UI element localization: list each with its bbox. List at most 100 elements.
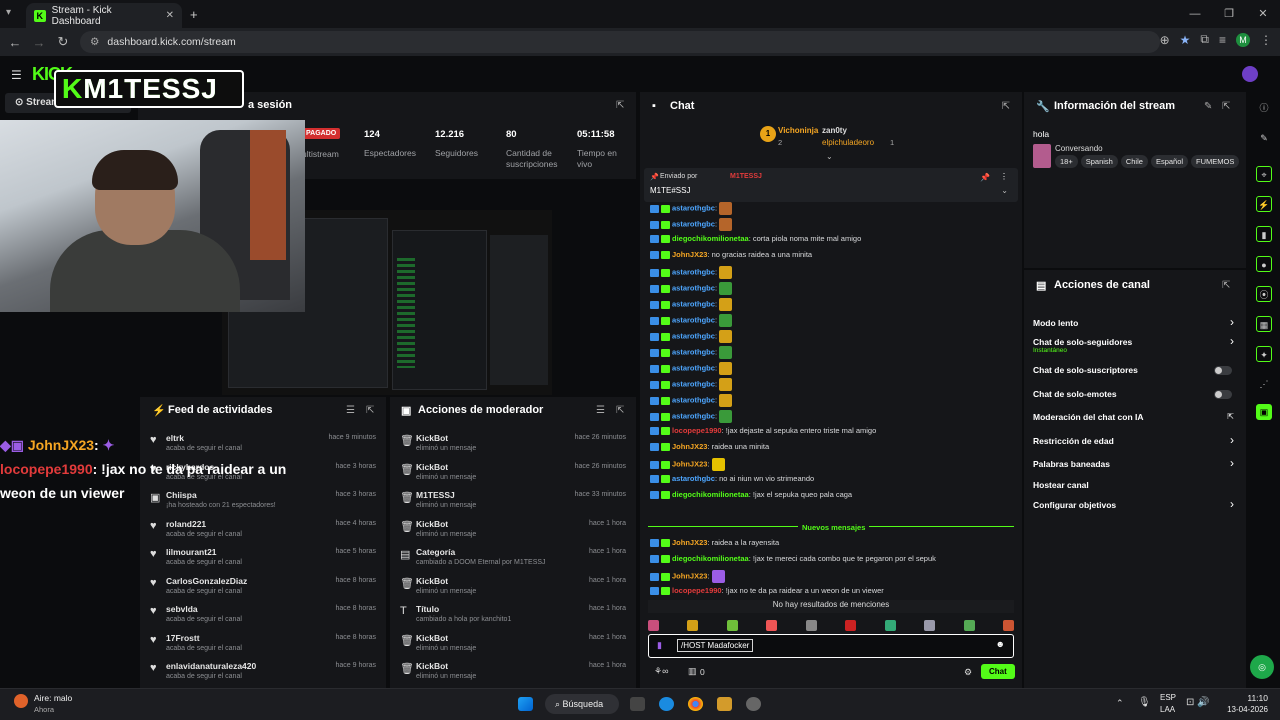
- chat-message[interactable]: astarothgbc:: [650, 218, 733, 231]
- emote-icon[interactable]: [845, 620, 857, 631]
- info-icon[interactable]: ⓘ: [1256, 100, 1272, 116]
- popout-icon[interactable]: ⇱: [1222, 280, 1230, 291]
- chat-username[interactable]: astarothgbc: [672, 411, 715, 420]
- popout-icon[interactable]: ⇱: [1002, 101, 1010, 112]
- chat-message[interactable]: astarothgbc:: [650, 298, 733, 311]
- chat-input[interactable]: /HOST Madafocker: [677, 639, 754, 652]
- emote-icon[interactable]: [884, 620, 896, 631]
- list-item[interactable]: ♥ roland221 acaba de seguir el canal hace 4…: [140, 518, 386, 546]
- chat-username[interactable]: astarothgbc: [672, 395, 715, 404]
- popout-icon[interactable]: ⇱: [616, 405, 624, 416]
- edge-icon[interactable]: [659, 697, 674, 711]
- tab-search-icon[interactable]: ▾: [6, 7, 11, 18]
- lang-code[interactable]: ESP: [1160, 693, 1176, 702]
- channel-action-item[interactable]: Restricción de edad ›: [1024, 433, 1246, 454]
- emote-icon[interactable]: [963, 620, 975, 631]
- popout-icon[interactable]: ⇱: [616, 100, 624, 111]
- menu-icon[interactable]: ☰: [11, 68, 22, 82]
- list-item[interactable]: 🗑 M1TESSJ eliminó un mensaje hace 33 minuto…: [390, 489, 636, 517]
- gift-icon[interactable]: ▣: [1256, 404, 1272, 420]
- chat-username[interactable]: astarothgbc: [672, 219, 715, 228]
- stream-tag[interactable]: FUMEMOS: [1191, 155, 1240, 168]
- new-tab-icon[interactable]: +: [190, 7, 198, 22]
- clipboard-icon[interactable]: ▮: [1256, 226, 1272, 242]
- list-item[interactable]: ♥ sebvlda acaba de seguir el canal hace 8 h…: [140, 603, 386, 631]
- list-item[interactable]: ♥ CarlosGonzalezDiaz acaba de seguir el ca…: [140, 575, 386, 603]
- channel-action-item[interactable]: Chat de solo-suscriptores: [1024, 365, 1246, 383]
- list-item[interactable]: ♥ enlavidanaturaleza420 acaba de seguir el…: [140, 660, 386, 688]
- chat-username[interactable]: JohnJX23: [672, 571, 707, 580]
- list-item[interactable]: ♥ 17Frostt acaba de seguir el canal hace 8 …: [140, 632, 386, 660]
- camera-icon[interactable]: ⌖: [1256, 166, 1272, 182]
- emote-icon[interactable]: [924, 620, 936, 631]
- emote-icon[interactable]: [726, 620, 738, 631]
- chat-settings-icon[interactable]: ⚙: [964, 667, 972, 678]
- chat-message[interactable]: locopepe1990: !jax dejaste al sepuka ent…: [650, 426, 876, 436]
- mic-icon[interactable]: 🎙: [1138, 697, 1151, 708]
- more-icon[interactable]: ⋮: [1000, 172, 1008, 181]
- chat-message[interactable]: locopepe1990: !jax no te da pa raidear a…: [650, 586, 884, 596]
- chat-message[interactable]: diegochikomilionetaa: corta piola noma m…: [650, 234, 861, 244]
- channel-action-item[interactable]: Configurar objetivos ›: [1024, 497, 1246, 518]
- zoom-icon[interactable]: ⊕: [1160, 33, 1170, 47]
- chat-message[interactable]: astarothgbc:: [650, 410, 733, 423]
- chat-message[interactable]: JohnJX23:: [650, 570, 725, 583]
- filter-icon[interactable]: ☰: [346, 405, 355, 416]
- channel-action-item[interactable]: Modo lento ›: [1024, 315, 1246, 336]
- list-item[interactable]: 🗑 KickBot eliminó un mensaje hace 1 hora: [390, 632, 636, 660]
- channel-action-item[interactable]: Palabras baneadas ›: [1024, 456, 1246, 477]
- chat-message[interactable]: astarothgbc:: [650, 266, 733, 279]
- emote-icon[interactable]: [1002, 620, 1014, 631]
- clock-date[interactable]: 13-04-2026: [1220, 705, 1268, 714]
- chevron-right-icon[interactable]: ›: [1230, 456, 1234, 470]
- list-item[interactable]: 🗑 KickBot eliminó un mensaje hace 1 hora: [390, 575, 636, 603]
- chat-username[interactable]: JohnJX23: [672, 538, 707, 547]
- list-item[interactable]: T Título cambiado a hola por kanchito1 hace…: [390, 603, 636, 631]
- list-item[interactable]: 🗑 KickBot eliminó un mensaje hace 1 hora: [390, 518, 636, 546]
- chat-message[interactable]: astarothgbc:: [650, 378, 733, 391]
- close-window-icon[interactable]: ✕: [1246, 0, 1280, 28]
- emote-icon[interactable]: [687, 620, 699, 631]
- chat-message[interactable]: astarothgbc: no ai niun wn vio strimeand…: [650, 474, 814, 484]
- chat-message[interactable]: astarothgbc:: [650, 346, 733, 359]
- send-chat-button[interactable]: Chat: [981, 664, 1015, 679]
- chat-message[interactable]: astarothgbc:: [650, 202, 733, 215]
- share-icon[interactable]: ⋰: [1256, 376, 1272, 392]
- chat-message[interactable]: astarothgbc:: [650, 314, 733, 327]
- minimize-icon[interactable]: —: [1178, 0, 1212, 28]
- chat-message[interactable]: JohnJX23: raidea a la rayensita: [650, 538, 779, 548]
- chat-users-icon[interactable]: ⚘∞: [654, 666, 668, 677]
- pinned-message[interactable]: 📌 Enviado por M1TESSJ M1TE#SSJ 📌 ⋮ ⌄: [644, 168, 1018, 202]
- emote-icon[interactable]: [648, 620, 659, 631]
- table-icon[interactable]: ▦: [1256, 316, 1272, 332]
- chat-username[interactable]: astarothgbc: [672, 283, 715, 292]
- maximize-icon[interactable]: ❐: [1212, 0, 1246, 28]
- chat-username[interactable]: locopepe1990: [672, 426, 722, 435]
- chat-username[interactable]: diegochikomilionetaa: [672, 554, 749, 563]
- chevron-right-icon[interactable]: ›: [1230, 497, 1234, 511]
- chat-message[interactable]: diegochikomilionetaa: !jax te mereci cad…: [650, 554, 936, 564]
- message-icon[interactable]: ●: [1256, 256, 1272, 272]
- list-item[interactable]: ♥ lilmourant21 acaba de seguir el canal hac…: [140, 546, 386, 574]
- edit-icon[interactable]: ✎: [1256, 130, 1272, 146]
- unpin-icon[interactable]: 📌: [980, 173, 990, 182]
- windows-start-icon[interactable]: [518, 697, 533, 711]
- lang-sub[interactable]: LAA: [1160, 705, 1175, 714]
- broadcast-icon[interactable]: ⦿: [1256, 286, 1272, 302]
- external-link-icon[interactable]: ⇱: [1227, 412, 1234, 421]
- chevron-right-icon[interactable]: ›: [1230, 315, 1234, 329]
- chat-username[interactable]: JohnJX23: [672, 250, 707, 259]
- chat-username[interactable]: astarothgbc: [672, 474, 715, 483]
- lightning-icon[interactable]: ⚡: [1256, 196, 1272, 212]
- emote-icon[interactable]: [805, 620, 817, 631]
- extensions-icon[interactable]: ⧉: [1200, 32, 1209, 47]
- edit-icon[interactable]: ✎: [1204, 101, 1212, 112]
- chat-message[interactable]: astarothgbc:: [650, 282, 733, 295]
- chat-username[interactable]: astarothgbc: [672, 331, 715, 340]
- task-view-icon[interactable]: [630, 697, 645, 711]
- chat-message[interactable]: JohnJX23:: [650, 458, 725, 471]
- chat-message[interactable]: JohnJX23: no gracias raidea a una minita: [650, 250, 812, 260]
- chat-username[interactable]: astarothgbc: [672, 299, 715, 308]
- chevron-right-icon[interactable]: ›: [1230, 433, 1234, 447]
- bookmark-star-icon[interactable]: ★: [1180, 33, 1191, 47]
